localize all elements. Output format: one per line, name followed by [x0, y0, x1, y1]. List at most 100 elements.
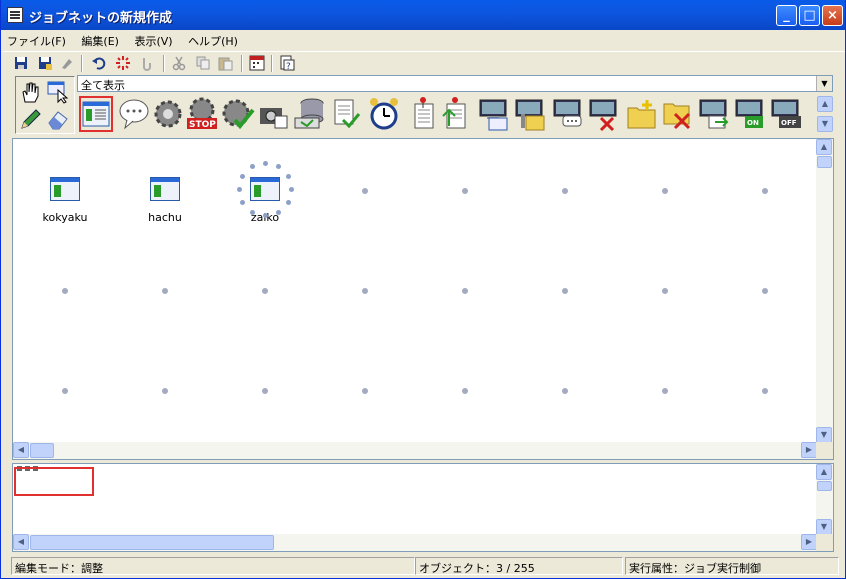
- check-gear-icon[interactable]: [221, 96, 255, 132]
- pc-on-icon[interactable]: ON: [733, 96, 767, 132]
- folder-add-icon[interactable]: [625, 96, 659, 132]
- redo-icon[interactable]: [139, 55, 155, 71]
- svg-text:STOP: STOP: [189, 120, 216, 130]
- scroll-corner: [816, 534, 833, 551]
- chevron-down-icon[interactable]: ▼: [816, 76, 832, 91]
- grid-dot: [762, 188, 768, 194]
- scroll-thumb[interactable]: [817, 156, 832, 168]
- scroll-up-icon[interactable]: ▲: [816, 464, 832, 480]
- job-icon: [50, 177, 80, 201]
- grid-dot: [562, 388, 568, 394]
- window-title: ジョブネットの新規作成: [29, 11, 173, 26]
- scroll-left-icon[interactable]: ◀: [13, 534, 29, 550]
- scroll-down-icon[interactable]: ▼: [817, 116, 833, 132]
- jobnet-canvas[interactable]: kokyaku hachu zaiko ▲ ▼ ◀ ▶: [12, 138, 834, 460]
- menu-help[interactable]: ヘルプ(H): [182, 30, 244, 49]
- save-as-icon[interactable]: [37, 55, 53, 71]
- scroll-left-icon[interactable]: ◀: [13, 442, 29, 458]
- job-node-kokyaku[interactable]: kokyaku: [35, 177, 95, 224]
- pc-folder-icon[interactable]: [513, 96, 547, 132]
- scroll-down-icon[interactable]: ▼: [816, 427, 832, 443]
- selection-handle: [263, 213, 268, 218]
- job-icon[interactable]: [79, 96, 113, 132]
- overview-vertical-scrollbar[interactable]: ▲ ▼: [816, 464, 833, 535]
- database-icon[interactable]: [293, 96, 327, 132]
- minimize-button[interactable]: _: [776, 5, 797, 26]
- grid-dot: [462, 388, 468, 394]
- eraser-icon[interactable]: [46, 107, 70, 131]
- save-icon[interactable]: [13, 55, 29, 71]
- selection-handle: [285, 200, 291, 205]
- main-window: ジョブネットの新規作成 _ □ × ファイル(F) 編集(E) 表示(V) ヘル…: [0, 0, 846, 579]
- overview-panel[interactable]: ▲ ▼ ◀ ▶: [12, 463, 834, 552]
- grid-dot: [662, 188, 668, 194]
- grid-dot: [462, 288, 468, 294]
- app-icon[interactable]: [7, 7, 23, 23]
- status-objects: オブジェクト：3 / 255: [415, 557, 623, 575]
- menu-edit[interactable]: 編集(E): [75, 30, 125, 49]
- scroll-down-icon[interactable]: ▼: [816, 519, 832, 535]
- calendar-icon[interactable]: [249, 55, 265, 71]
- grid-dot: [662, 388, 668, 394]
- redo-brush-icon[interactable]: [59, 55, 75, 71]
- maximize-button[interactable]: □: [799, 5, 820, 26]
- job-node-hachu[interactable]: hachu: [135, 177, 195, 224]
- menu-file[interactable]: ファイル(F): [1, 30, 72, 49]
- scroll-up-icon[interactable]: ▲: [817, 96, 833, 112]
- hand-icon[interactable]: [19, 80, 43, 104]
- selection-handle: [237, 187, 242, 192]
- close-button[interactable]: ×: [822, 5, 843, 26]
- selection-handle: [289, 187, 294, 192]
- message-icon[interactable]: [117, 96, 151, 132]
- main-toolbar: ?: [3, 51, 845, 74]
- stop-gear-icon[interactable]: STOP: [185, 96, 219, 132]
- undo-icon[interactable]: [91, 55, 107, 71]
- status-attribute: 実行属性：ジョブ実行制御: [625, 557, 839, 575]
- mode-palette: [15, 76, 75, 134]
- pencil-icon[interactable]: [19, 107, 43, 131]
- alarm-clock-icon[interactable]: [367, 96, 401, 132]
- pc-message-icon[interactable]: [551, 96, 585, 132]
- scroll-thumb[interactable]: [30, 443, 54, 458]
- canvas-vertical-scrollbar[interactable]: ▲ ▼: [816, 139, 833, 443]
- folder-delete-icon[interactable]: [661, 96, 695, 132]
- filter-value: 全て表示: [81, 79, 125, 92]
- scroll-thumb[interactable]: [817, 481, 832, 491]
- pc-delete-icon[interactable]: [587, 96, 621, 132]
- scroll-right-icon[interactable]: ▶: [801, 534, 817, 550]
- scroll-corner: [816, 442, 833, 459]
- pc-off-icon[interactable]: OFF: [769, 96, 803, 132]
- paste-icon[interactable]: [217, 55, 233, 71]
- document-flag-icon[interactable]: [407, 96, 441, 132]
- filter-combobox[interactable]: 全て表示 ▼: [77, 75, 833, 92]
- svg-text:?: ?: [286, 62, 291, 71]
- job-palette: STOP ON OFF: [77, 94, 817, 134]
- selection-handle: [250, 209, 255, 215]
- scroll-up-icon[interactable]: ▲: [816, 139, 832, 155]
- file-check-icon[interactable]: [329, 96, 363, 132]
- pc-icon[interactable]: [477, 96, 511, 132]
- copy-icon[interactable]: [195, 55, 211, 71]
- document-upload-icon[interactable]: [439, 96, 473, 132]
- gear-icon[interactable]: [151, 96, 185, 132]
- pc-transfer-icon[interactable]: [697, 96, 731, 132]
- viewport-indicator[interactable]: [14, 467, 94, 496]
- cut-icon[interactable]: [171, 55, 187, 71]
- select-window-icon[interactable]: [46, 80, 70, 104]
- canvas-horizontal-scrollbar[interactable]: ◀ ▶: [13, 442, 817, 459]
- grid-dot: [262, 288, 268, 294]
- palette-scrollbar[interactable]: ▲ ▼: [817, 94, 833, 134]
- overview-horizontal-scrollbar[interactable]: ◀ ▶: [13, 534, 817, 551]
- title-bar[interactable]: ジョブネットの新規作成 _ □ ×: [1, 0, 845, 30]
- grid-dot: [362, 388, 368, 394]
- scroll-right-icon[interactable]: ▶: [801, 442, 817, 458]
- selection-handle: [276, 209, 281, 215]
- selection-handle: [276, 164, 281, 170]
- spark-icon[interactable]: [115, 55, 131, 71]
- menu-view[interactable]: 表示(V): [128, 30, 178, 49]
- scroll-thumb[interactable]: [30, 535, 274, 550]
- help-topic-icon[interactable]: ?: [279, 55, 295, 71]
- grid-dot: [562, 188, 568, 194]
- camera-icon[interactable]: [257, 96, 291, 132]
- grid-dot: [762, 388, 768, 394]
